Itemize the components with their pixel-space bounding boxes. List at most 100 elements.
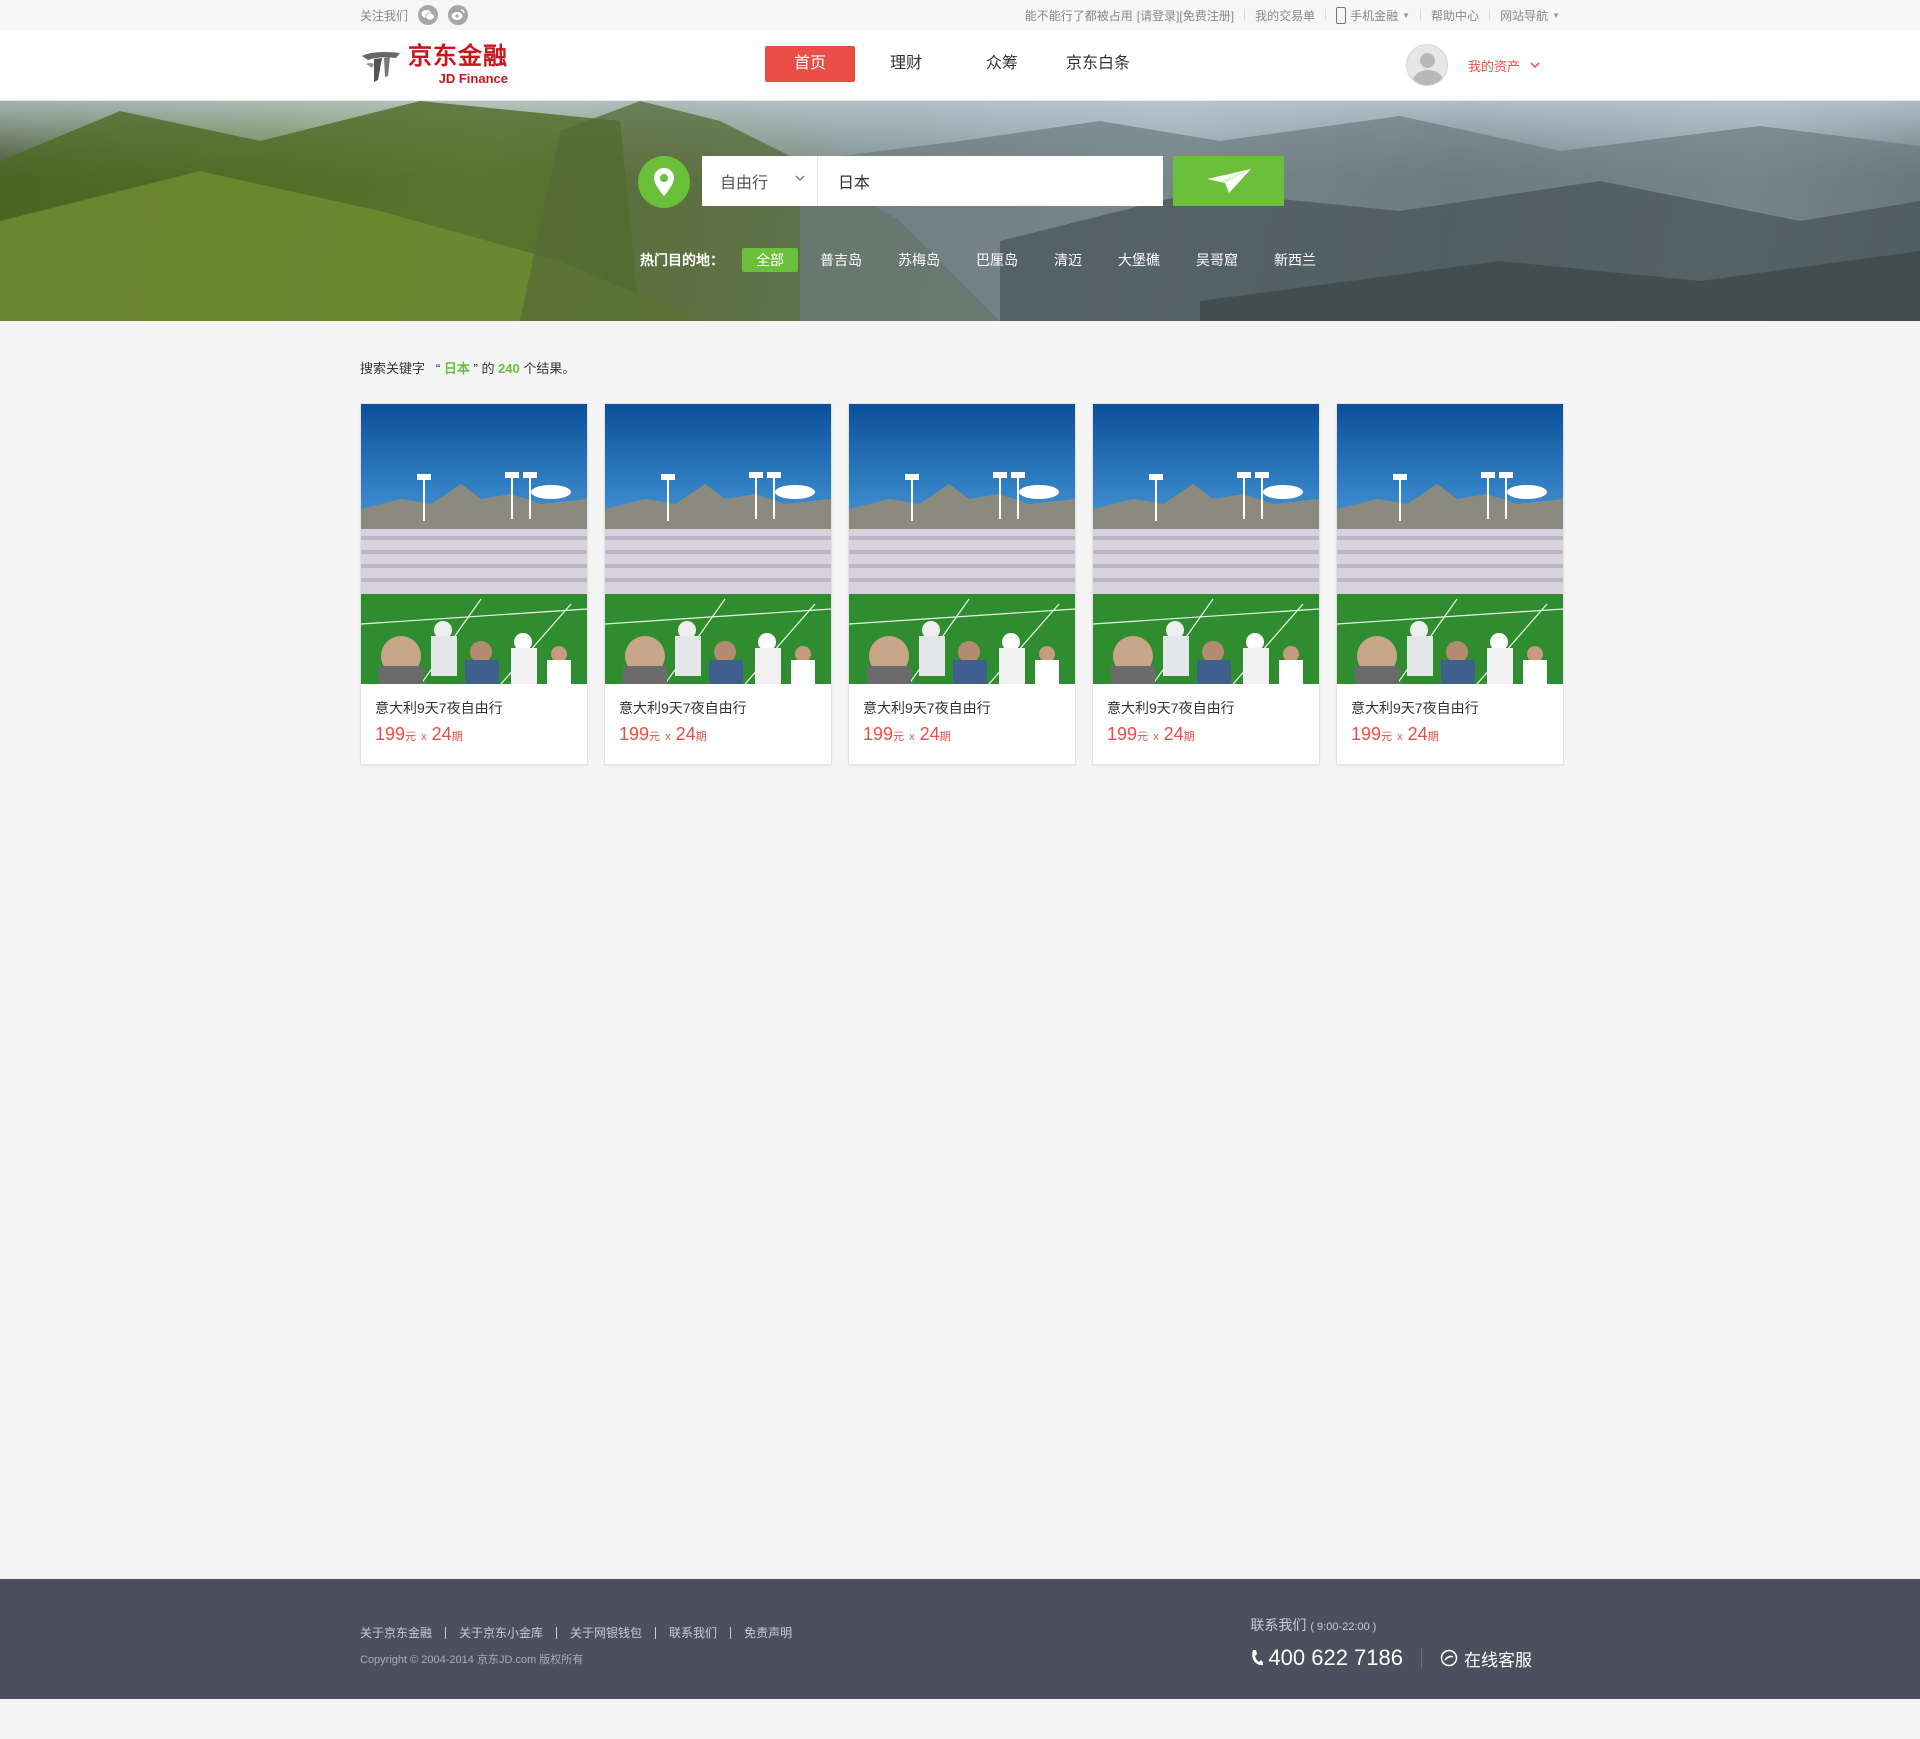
logo-mark [362, 52, 400, 82]
product-card[interactable]: 意大利9天7夜自由行 199元 x 24期 [848, 403, 1076, 765]
product-price: 199元 x 24期 [1351, 724, 1563, 745]
product-card[interactable]: 意大利9天7夜自由行 199元 x 24期 [604, 403, 832, 765]
search-button[interactable] [1173, 156, 1284, 206]
product-title: 意大利9天7夜自由行 [1107, 700, 1235, 716]
product-list: 意大利9天7夜自由行 199元 x 24期 意大利9天7夜自由行 199元 x … [360, 403, 1564, 765]
period-unit: 期 [1427, 731, 1439, 743]
divider [655, 1626, 657, 1639]
contact-info: 联系我们 ( 9:00-22:00 ) 400 622 7186 在线客服 [1250, 1615, 1532, 1671]
installment-periods: 24 [1407, 724, 1428, 744]
my-assets-menu[interactable]: 我的资产 [1468, 56, 1540, 75]
result-keyword: 日本 [443, 361, 470, 376]
wechat-icon[interactable] [418, 5, 439, 25]
product-title: 意大利9天7夜自由行 [375, 700, 503, 716]
installment-periods: 24 [1163, 724, 1184, 744]
trip-type-select[interactable]: 自由行 [702, 156, 818, 206]
hot-tag-bali[interactable]: 巴厘岛 [962, 248, 1032, 272]
result-middle: 的 [481, 361, 495, 376]
trip-type-value: 自由行 [720, 175, 769, 192]
user-area: 我的资产 [1405, 44, 1540, 86]
installment-periods: 24 [919, 724, 940, 744]
period-unit: 期 [1183, 731, 1195, 743]
price-unit: 元 [405, 731, 417, 743]
divider [730, 1626, 732, 1639]
hot-tag-new-zealand[interactable]: 新西兰 [1260, 248, 1330, 272]
contact-title-text: 联系我们 [1250, 1617, 1307, 1633]
copyright: Copyright © 2004-2014 京东JD.com 版权所有 [360, 1654, 584, 1666]
contact-hours: ( 9:00-22:00 ) [1310, 1621, 1377, 1633]
hotline-number: 400 622 7186 [1268, 1645, 1403, 1670]
divider [556, 1626, 558, 1639]
product-card[interactable]: 意大利9天7夜自由行 199元 x 24期 [1336, 403, 1564, 765]
logo[interactable]: 京东金融 JD Finance [360, 45, 508, 85]
nav-home[interactable]: 首页 [765, 46, 855, 82]
installment-periods: 24 [675, 724, 696, 744]
hot-tag-all[interactable]: 全部 [742, 248, 798, 272]
top-bar: 关注我们 能不能行了都被占用 [请登录] [免费注册] 我的交易单 手机金融 ▼… [0, 0, 1920, 30]
hot-tag-angkor-wat[interactable]: 吴哥窟 [1182, 248, 1252, 272]
online-service-button[interactable]: 在线客服 [1440, 1646, 1532, 1671]
product-price: 199元 x 24期 [863, 724, 1075, 745]
product-image [849, 404, 1075, 684]
paper-plane-icon [1206, 169, 1251, 193]
price-unit: 元 [1381, 731, 1393, 743]
product-card[interactable]: 意大利9天7夜自由行 199元 x 24期 [1092, 403, 1320, 765]
footer-link-vault[interactable]: 关于京东小金库 [459, 1624, 543, 1641]
hot-destinations-label: 热门目的地： [640, 252, 724, 268]
product-card[interactable]: 意大利9天7夜自由行 199元 x 24期 [360, 403, 588, 765]
footer-links: 关于京东金融 关于京东小金库 关于网银钱包 联系我们 免责声明 [360, 1624, 792, 1641]
divider [1421, 1648, 1422, 1668]
help-center-link[interactable]: 帮助中心 [1431, 7, 1479, 24]
result-suffix: 个结果。 [523, 361, 576, 376]
price-times: x [1397, 731, 1403, 743]
nav-wealth[interactable]: 理财 [861, 46, 951, 82]
price-times: x [1153, 731, 1159, 743]
login-prompt: 能不能行了都被占用 [1024, 8, 1133, 23]
price-unit: 元 [1137, 731, 1149, 743]
register-link[interactable]: [免费注册] [1179, 7, 1234, 24]
footer-link-contact[interactable]: 联系我们 [669, 1624, 717, 1641]
login-link[interactable]: [请登录] [1137, 7, 1180, 24]
price-unit: 元 [893, 731, 905, 743]
weibo-icon[interactable] [448, 5, 469, 25]
result-count: 240 [498, 361, 520, 376]
contact-title: 联系我们 ( 9:00-22:00 ) [1250, 1615, 1532, 1635]
header: 京东金融 JD Finance 首页 理财 众筹 京东白条 我的资产 [0, 30, 1920, 101]
price-amount: 199 [375, 724, 406, 744]
site-nav-label: 网站导航 [1500, 8, 1549, 23]
follow-us: 关注我们 [360, 0, 469, 30]
mobile-finance-menu[interactable]: 手机金融 ▼ [1336, 6, 1410, 24]
keyword-input[interactable] [818, 156, 1163, 206]
product-image [1337, 404, 1563, 684]
top-right-links: 能不能行了都被占用 [请登录] [免费注册] 我的交易单 手机金融 ▼ 帮助中心… [1025, 0, 1560, 30]
price-times: x [665, 731, 671, 743]
footer-link-wallet[interactable]: 关于网银钱包 [570, 1624, 642, 1641]
price-times: x [909, 731, 915, 743]
hot-tag-samui[interactable]: 苏梅岛 [884, 248, 954, 272]
mountain-landscape [0, 101, 1920, 321]
nav-baitiao[interactable]: 京东白条 [1053, 46, 1143, 82]
divider [1489, 9, 1491, 21]
my-orders-link[interactable]: 我的交易单 [1255, 7, 1315, 24]
divider [1420, 9, 1422, 21]
footer-link-disclaimer[interactable]: 免责声明 [744, 1624, 792, 1641]
site-nav-menu[interactable]: 网站导航 ▼ [1500, 7, 1560, 24]
hot-tag-great-barrier-reef[interactable]: 大堡礁 [1104, 248, 1174, 272]
price-amount: 199 [1351, 724, 1382, 744]
hotline: 400 622 7186 [1250, 1645, 1403, 1671]
mobile-finance-label: 手机金融 [1350, 8, 1399, 23]
hot-tag-phuket[interactable]: 普吉岛 [806, 248, 876, 272]
logo-text-cn: 京东金融 [408, 43, 508, 70]
footer: 关于京东金融 关于京东小金库 关于网银钱包 联系我们 免责声明 Copyrigh… [0, 1579, 1920, 1699]
nav-crowdfunding[interactable]: 众筹 [957, 46, 1047, 82]
hot-tag-chiangmai[interactable]: 清迈 [1040, 248, 1096, 272]
period-unit: 期 [695, 731, 707, 743]
period-unit: 期 [451, 731, 463, 743]
installment-periods: 24 [431, 724, 452, 744]
bottom-strip [0, 1699, 1920, 1739]
product-price: 199元 x 24期 [1107, 724, 1319, 745]
location-pin-icon [638, 156, 690, 208]
footer-link-about[interactable]: 关于京东金融 [360, 1624, 432, 1641]
avatar[interactable] [1405, 44, 1448, 86]
chevron-down-icon: ▼ [1552, 10, 1560, 20]
